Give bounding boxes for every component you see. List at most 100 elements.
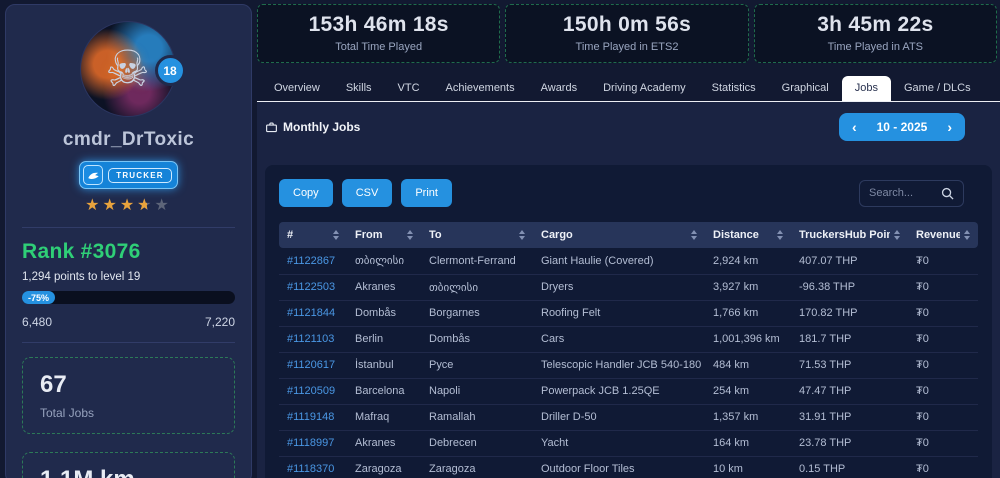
tab-achievements[interactable]: Achievements [433,76,528,101]
time-stat-label: Time Played in ETS2 [575,41,679,53]
job-distance-cell: 10 km [705,456,791,478]
tab-jobs[interactable]: Jobs [841,76,891,101]
job-distance-cell: 254 km [705,378,791,405]
job-id-link[interactable]: #1122867 [279,248,347,275]
job-cargo-cell: Cars [533,326,705,353]
csv-button[interactable]: CSV [341,179,393,207]
job-distance-cell: 1,766 km [705,300,791,327]
job-to-cell: Clermont-Ferrand [421,248,533,275]
job-from-cell: İstanbul [347,352,421,379]
print-button[interactable]: Print [401,179,452,207]
job-id-link[interactable]: #1118370 [279,456,347,478]
job-id-link[interactable]: #1119148 [279,404,347,431]
tab-driving-academy[interactable]: Driving Academy [590,76,699,101]
sort-down-arrow [777,236,783,240]
level-badge: 18 [154,55,186,86]
tab-graphical[interactable]: Graphical [769,76,842,101]
sort-down-arrow [407,236,413,240]
avatar-wrap: ☠ 18 [79,21,186,117]
sort-icon[interactable] [964,230,970,240]
column-header-id[interactable]: # [279,222,347,248]
username: cmdr_DrToxic [62,129,195,150]
copy-button[interactable]: Copy [279,179,333,207]
job-from-cell: Akranes [347,430,421,457]
sort-up-arrow [964,230,970,234]
time-stat-value: 3h 45m 22s [817,13,934,36]
table-row: #1122867 თბილისი Clermont-Ferrand Giant Hau… [279,248,978,275]
job-distance-cell: 164 km [705,430,791,457]
job-points-cell: 181.7 THP [791,326,908,353]
tab-skills[interactable]: Skills [333,76,385,101]
skull-avatar-icon: ☠ [105,41,150,97]
search-icon [941,187,954,200]
sort-icon[interactable] [333,230,339,240]
job-revenue-cell: ₮0 [908,300,978,327]
job-id-link[interactable]: #1120617 [279,352,347,379]
points-to-level: 1,294 points to level 19 [22,271,141,283]
sort-icon[interactable] [407,230,413,240]
date-navigator[interactable]: ‹ 10 - 2025 › [838,113,965,141]
star-rating: ★★★★★★ [22,198,235,214]
job-revenue-cell: ₮0 [908,352,978,379]
column-header-inner: Revenue [916,229,970,241]
column-header-distance[interactable]: Distance [705,222,791,248]
sort-icon[interactable] [894,230,900,240]
job-revenue-cell: ₮0 [908,326,978,353]
job-from-cell: Zaragoza [347,456,421,478]
star-half-fill: ★ [137,198,147,214]
prev-month-button[interactable]: ‹ [852,120,857,134]
tab-overview[interactable]: Overview [261,76,333,101]
job-revenue-cell: ₮0 [908,274,978,301]
sort-icon[interactable] [519,230,525,240]
search-input[interactable] [869,187,935,199]
job-points-cell: 170.82 THP [791,300,908,327]
column-header-inner: To [429,229,525,241]
job-to-cell: Ramallah [421,404,533,431]
column-header-inner: # [287,229,339,241]
progress-target: 7,220 [204,315,235,329]
tab-bar: Overview Skills VTC Achievements Awards Drivi… [257,76,1000,102]
tab-vtc[interactable]: VTC [385,76,433,101]
job-id-link[interactable]: #1121844 [279,300,347,327]
jobs-table: # From To Cargo Distance TruckersHub Points Re… [279,222,978,478]
job-cargo-cell: Telescopic Handler JCB 540-180 [533,352,705,379]
column-header-truckershub-points[interactable]: TruckersHub Points [791,222,908,248]
sidebar-stat-value: 1.1M km [40,466,217,478]
column-header-from[interactable]: From [347,222,421,248]
job-from-cell: Mafraq [347,404,421,431]
time-stat-card: 153h 46m 18s Total Time Played [257,4,501,63]
job-to-cell: Borgarnes [421,300,533,327]
job-revenue-cell: ₮0 [908,248,978,275]
job-id-link[interactable]: #1118997 [279,430,347,457]
next-month-button[interactable]: › [947,120,952,134]
job-distance-cell: 1,001,396 km [705,326,791,353]
table-row: #1121844 Dombås Borgarnes Roofing Felt 1,766… [279,300,978,327]
sort-up-arrow [894,230,900,234]
column-header-revenue[interactable]: Revenue [908,222,978,248]
sort-up-arrow [777,230,783,234]
column-label: Distance [713,229,759,241]
search-box[interactable] [859,179,964,207]
tab-awards[interactable]: Awards [528,76,590,101]
column-header-to[interactable]: To [421,222,533,248]
column-header-inner: Distance [713,229,783,241]
job-id-link[interactable]: #1122503 [279,274,347,301]
date-nav-value: 10 - 2025 [876,120,928,134]
job-cargo-cell: Dryers [533,274,705,301]
sort-icon[interactable] [777,230,783,240]
job-cargo-cell: Driller D-50 [533,404,705,431]
job-revenue-cell: ₮0 [908,456,978,478]
time-stat-card: 150h 0m 56s Time Played in ETS2 [505,4,749,63]
column-header-inner: TruckersHub Points [799,229,900,241]
tab-game-dlcs[interactable]: Game / DLCs [891,76,984,101]
job-id-link[interactable]: #1120509 [279,378,347,405]
job-id-link[interactable]: #1121103 [279,326,347,353]
column-header-cargo[interactable]: Cargo [533,222,705,248]
sort-icon[interactable] [691,230,697,240]
star-half-icon: ★★ [137,197,155,214]
table-row: #1118997 Akranes Debrecen Yacht 164 km 23.78 … [279,430,978,457]
sidebar-stat-card: 1.1M kmTotal Distance [22,452,235,478]
job-from-cell: თბილისი [347,248,421,275]
tab-statistics[interactable]: Statistics [699,76,769,101]
job-to-cell: Dombås [421,326,533,353]
